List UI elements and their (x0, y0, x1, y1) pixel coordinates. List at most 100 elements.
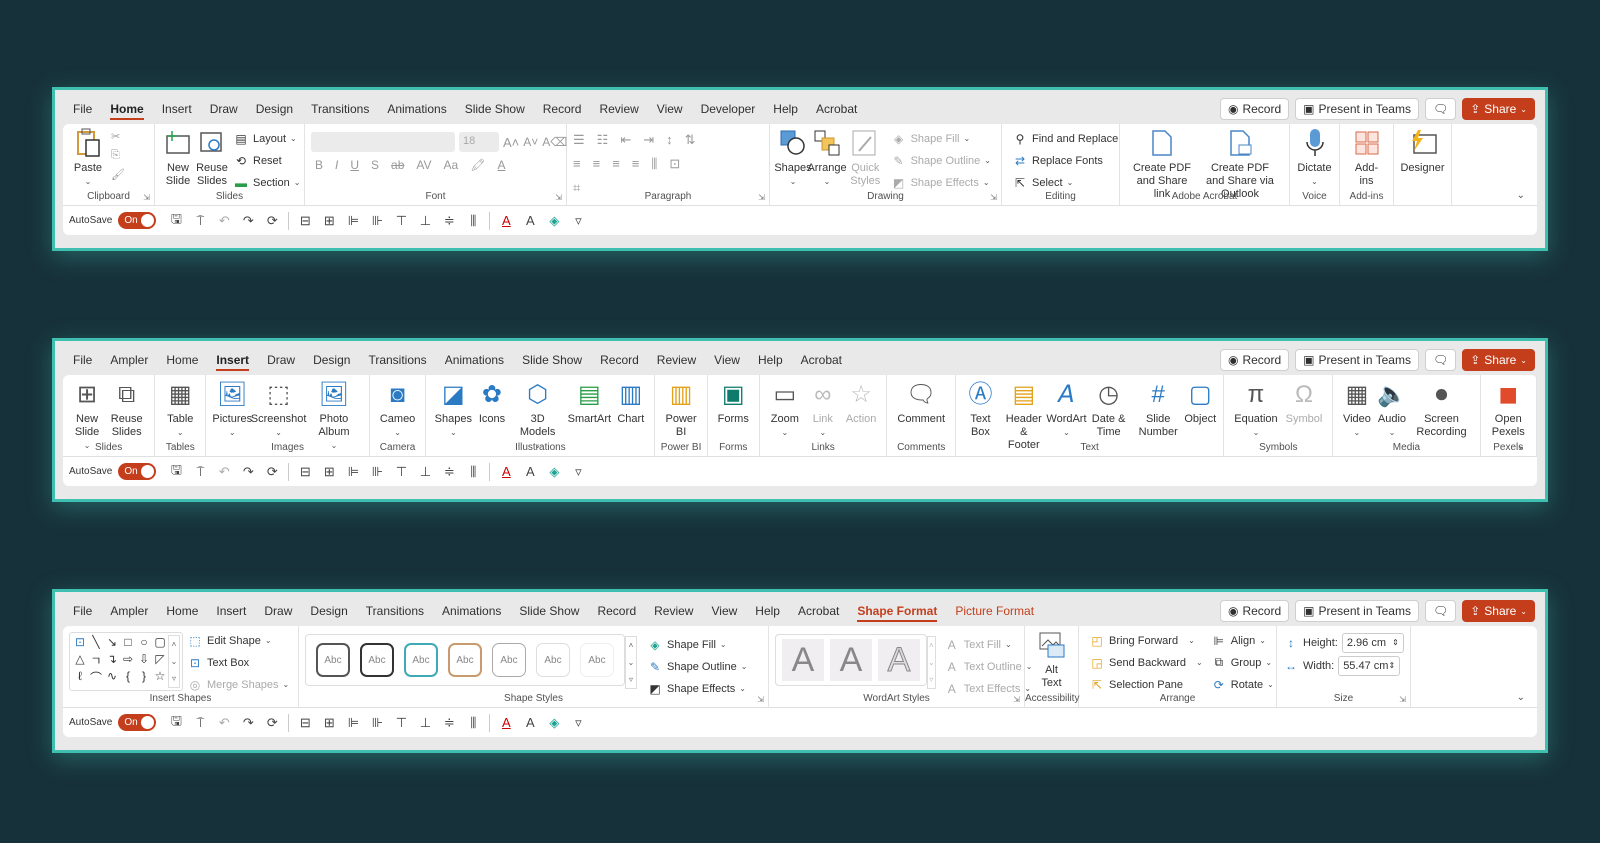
shape-styles-gallery[interactable]: Abc Abc Abc Abc Abc Abc Abc (305, 634, 625, 686)
comments-button[interactable]: 🗨 (1424, 349, 1457, 371)
fill-color-icon[interactable]: ◈ (542, 210, 566, 232)
tab-shape-format[interactable]: Shape Format (857, 600, 938, 622)
dialog-launcher-icon[interactable]: ⇲ (1013, 695, 1020, 704)
reuse-slides-button[interactable]: ⧉ Reuse Slides (105, 379, 148, 439)
tab-draw[interactable]: Draw (267, 349, 295, 371)
spinner-icon[interactable]: ⇕ (1392, 638, 1399, 647)
gallery-scroll[interactable]: ˄ ⌄ ▿ (168, 635, 180, 688)
tab-slide-show[interactable]: Slide Show (522, 349, 582, 371)
shape-style-2[interactable]: Abc (360, 643, 394, 677)
shape-effects-button[interactable]: ◩ Shape Effects ⌄ (891, 174, 991, 191)
autosave-toggle[interactable]: On (118, 212, 157, 229)
tab-animations[interactable]: Animations (442, 600, 501, 622)
shape-style-3[interactable]: Abc (404, 643, 438, 677)
align-left-icon[interactable]: ⊫ (341, 712, 365, 734)
bold-button[interactable]: B (315, 158, 323, 172)
bullets-icon[interactable]: ☰ (573, 132, 585, 148)
tab-help[interactable]: Help (758, 349, 783, 371)
font-color-icon[interactable]: A (494, 461, 518, 483)
shapes-gallery[interactable]: ⊡ ╲ ↘ □ ○ ▢ △ ㄱ ↴ ⇨ ⇩ ◸ ℓ ⌒ ∿{} ☆ ˄ ⌄ ▿ (69, 632, 183, 691)
shape-style-5[interactable]: Abc (492, 643, 526, 677)
snip-rect-icon[interactable]: ◸ (152, 652, 168, 669)
date-time-button[interactable]: ◷ Date & Time (1084, 379, 1133, 439)
line-icon[interactable]: ╲ (88, 635, 104, 652)
shape-style-7[interactable]: Abc (580, 643, 614, 677)
align-top-icon[interactable]: ⊤ (389, 210, 413, 232)
shapes-button[interactable]: ◪ Shapes ⌄ (432, 379, 474, 439)
tab-slide-show[interactable]: Slide Show (519, 600, 579, 622)
cameo-button[interactable]: ◙ Cameo ⌄ (376, 379, 419, 439)
wordart-style-1[interactable]: A (782, 639, 824, 681)
alt-text-button[interactable]: Alt Text (1031, 630, 1072, 690)
present-in-teams-button[interactable]: ▣ Present in Teams (1295, 98, 1419, 120)
tab-file[interactable]: File (73, 600, 92, 622)
increase-indent-icon[interactable]: ⇥ (643, 132, 654, 148)
tab-picture-format[interactable]: Picture Format (955, 600, 1034, 622)
group-button[interactable]: ⧉ Group ⌄ (1211, 654, 1274, 671)
freeform-icon[interactable]: ℓ (72, 669, 88, 686)
align-center-icon[interactable]: ≡ (593, 156, 601, 172)
distribute-vertical-icon[interactable]: ≑ (437, 210, 461, 232)
textbox-shape-icon[interactable]: ⊡ (72, 635, 88, 652)
rotate-icon[interactable]: ⟳ (260, 210, 284, 232)
align-right-icon[interactable]: ⊪ (365, 712, 389, 734)
layout-button[interactable]: ▤ Layout ⌄ (233, 130, 300, 147)
font-name-select[interactable] (311, 132, 455, 152)
align-left-icon[interactable]: ⊫ (341, 210, 365, 232)
dialog-launcher-icon[interactable]: ⇲ (757, 695, 764, 704)
arrange-button[interactable]: Arrange ⌄ (807, 128, 847, 188)
action-button[interactable]: ☆ Action (842, 379, 881, 426)
add-ins-button[interactable]: Add-ins (1346, 128, 1387, 188)
rotate-icon[interactable]: ⟳ (260, 461, 284, 483)
distribute-vertical-icon[interactable]: ≑ (437, 712, 461, 734)
tab-developer[interactable]: Developer (701, 98, 756, 120)
autosave-toggle[interactable]: On (118, 714, 157, 731)
comments-button[interactable]: 🗨 (1424, 98, 1457, 120)
arrow-line-icon[interactable]: ↘ (104, 635, 120, 652)
tab-insert[interactable]: Insert (216, 349, 250, 371)
redo-icon[interactable]: ↷ (236, 210, 260, 232)
tab-slide-show[interactable]: Slide Show (465, 98, 525, 120)
audio-button[interactable]: 🔈 Audio ⌄ (1374, 379, 1409, 439)
tab-design[interactable]: Design (310, 600, 347, 622)
shape-style-6[interactable]: Abc (536, 643, 570, 677)
tab-record[interactable]: Record (600, 349, 639, 371)
screen-recording-button[interactable]: ⏺ Screen Recording (1410, 379, 1474, 439)
clear-formatting-icon[interactable]: A⌫ (542, 135, 567, 149)
comments-button[interactable]: 🗨 (1424, 600, 1457, 622)
numbering-icon[interactable]: ☷ (597, 132, 609, 148)
left-brace-icon[interactable]: { (120, 669, 136, 686)
font-icon[interactable]: A (518, 712, 542, 734)
customize-qat-icon[interactable]: ▿ (566, 712, 590, 734)
distribute-vertical-icon[interactable]: ≑ (437, 461, 461, 483)
grow-font-icon[interactable]: A˄ (503, 135, 519, 150)
dictate-button[interactable]: Dictate ⌄ (1296, 128, 1333, 188)
share-button[interactable]: ⇪ Share ⌄ (1462, 349, 1535, 371)
table-button[interactable]: ▦ Table ⌄ (161, 379, 199, 439)
align-left-icon[interactable]: ⊫ (341, 461, 365, 483)
tab-help[interactable]: Help (755, 600, 780, 622)
shape-style-1[interactable]: Abc (316, 643, 350, 677)
tab-transitions[interactable]: Transitions (366, 600, 424, 622)
down-arrow-icon[interactable]: ⇩ (136, 652, 152, 669)
redo-icon[interactable]: ↷ (236, 461, 260, 483)
tab-animations[interactable]: Animations (445, 349, 504, 371)
tab-insert[interactable]: Insert (216, 600, 246, 622)
save-icon[interactable]: 🖫 (164, 210, 188, 232)
collapse-ribbon-icon[interactable]: ⌄ (1517, 190, 1525, 201)
arc-icon[interactable]: ⌒ (88, 669, 104, 686)
collapse-ribbon-icon[interactable]: ⌄ (1517, 441, 1525, 452)
tab-draw[interactable]: Draw (264, 600, 292, 622)
tab-design[interactable]: Design (313, 349, 350, 371)
bring-forward-button[interactable]: ◰ Bring Forward ⌄ (1089, 632, 1203, 649)
reuse-slides-button[interactable]: Reuse Slides (195, 128, 229, 188)
replace-fonts-button[interactable]: ⇄ Replace Fonts (1012, 152, 1118, 169)
align-center-icon[interactable]: ⊟ (293, 712, 317, 734)
align-center-icon[interactable]: ⊟ (293, 461, 317, 483)
dialog-launcher-icon[interactable]: ⇲ (555, 193, 562, 202)
tab-view[interactable]: View (714, 349, 740, 371)
decrease-indent-icon[interactable]: ⇤ (620, 132, 631, 148)
character-spacing-button[interactable]: AV (416, 158, 431, 172)
tab-file[interactable]: File (73, 349, 92, 371)
tab-help[interactable]: Help (773, 98, 798, 120)
